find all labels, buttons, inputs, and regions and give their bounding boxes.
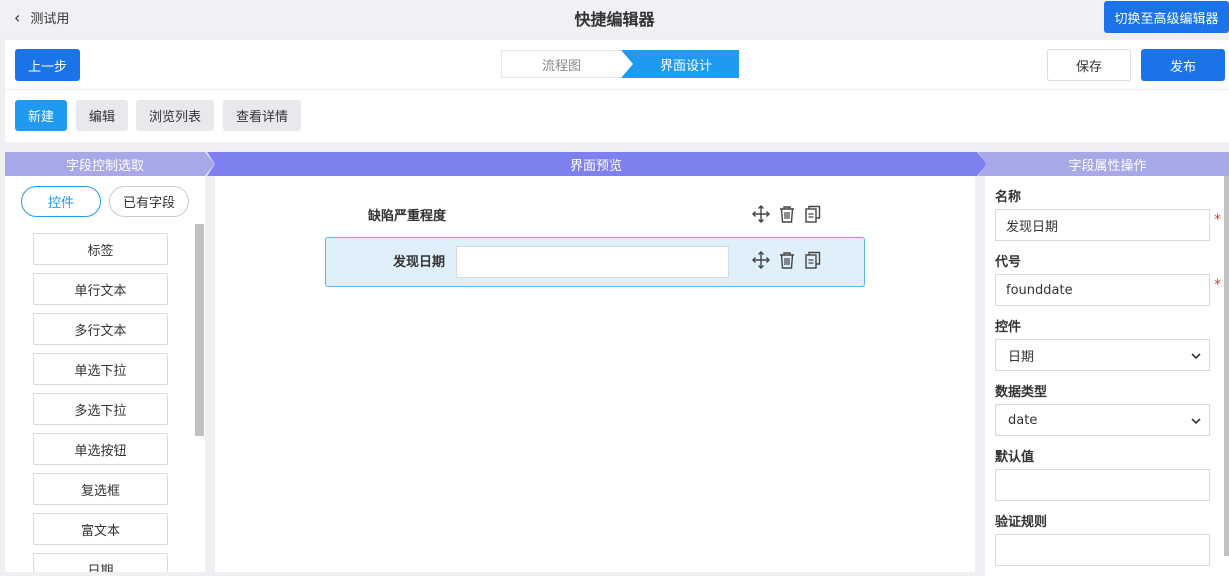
delete-icon[interactable] [778,251,796,269]
control-select[interactable]: 日期 [995,339,1210,371]
palette-scrollbar[interactable] [195,224,204,436]
center-panel-header: 界面预览 [207,152,987,176]
control-label: 控件 [995,320,1022,335]
field-label: 发现日期 [393,255,446,270]
field-properties-panel: 名称 发现日期 * 代号 founddate * 控件 日期 数据类型 date… [985,176,1229,576]
datatype-select[interactable]: date [995,404,1210,436]
datatype-select-value: date [1008,412,1038,428]
code-label: 代号 [995,255,1022,270]
control-item[interactable]: 多选下拉 [33,393,168,425]
name-label: 名称 [995,190,1022,205]
tab-view-details[interactable]: 查看详情 [223,100,301,131]
title-bar: ‹ 测试用 快捷编辑器 切换至高级编辑器 [0,0,1229,34]
control-item[interactable]: 单行文本 [33,273,168,305]
copy-icon[interactable] [804,251,822,269]
right-panel-header: 字段属性操作 [978,152,1229,176]
page-title: 快捷编辑器 [574,10,655,29]
tab-new[interactable]: 新建 [15,100,67,131]
control-item[interactable]: 日期 [33,553,168,572]
required-mark: * [1214,212,1221,228]
tab-controls[interactable]: 控件 [21,186,101,217]
copy-icon[interactable] [804,205,822,223]
delete-icon[interactable] [778,205,796,223]
validation-label: 验证规则 [995,515,1048,530]
switch-advanced-editor-button[interactable]: 切换至高级编辑器 [1104,1,1229,33]
control-select-value: 日期 [1008,349,1035,365]
date-field-preview[interactable] [456,246,729,278]
field-label: 缺陷严重程度 [368,209,447,224]
preview-canvas: 缺陷严重程度 发现日期 [215,176,975,572]
step-ui-design[interactable]: 界面设计 [621,50,739,78]
control-item[interactable]: 富文本 [33,513,168,545]
move-icon[interactable] [752,251,770,269]
validation-rule-field[interactable] [995,534,1210,566]
selected-field-row[interactable]: 发现日期 [325,237,865,287]
code-field[interactable]: founddate [995,274,1210,306]
step-flowchart[interactable]: 流程图 [501,50,621,78]
previous-step-button[interactable]: 上一步 [15,49,80,81]
control-item[interactable]: 单选按钮 [33,433,168,465]
control-palette: 控件 已有字段 标签 单行文本 多行文本 单选下拉 多选下拉 单选按钮 复选框 … [5,176,205,572]
required-mark: * [1214,277,1221,293]
name-field[interactable]: 发现日期 [995,209,1210,241]
chevron-down-icon [1191,353,1201,360]
control-item[interactable]: 单选下拉 [33,353,168,385]
step-toolbar: 上一步 流程图 界面设计 保存 发布 [5,40,1229,90]
save-button[interactable]: 保存 [1047,49,1131,81]
datatype-label: 数据类型 [995,385,1048,400]
control-item[interactable]: 复选框 [33,473,168,505]
tab-edit[interactable]: 编辑 [76,100,128,131]
control-item[interactable]: 多行文本 [33,313,168,345]
view-toolbar: 新建 编辑 浏览列表 查看详情 [5,90,1229,142]
publish-button[interactable]: 发布 [1141,49,1225,81]
tab-existing-fields[interactable]: 已有字段 [109,186,189,217]
default-value-label: 默认值 [995,450,1035,465]
left-panel-header: 字段控制选取 [5,152,215,176]
properties-scrollbar[interactable] [1224,176,1229,556]
chevron-down-icon [1191,418,1201,425]
tab-browse-list[interactable]: 浏览列表 [136,100,214,131]
default-value-field[interactable] [995,469,1210,501]
control-item[interactable]: 标签 [33,233,168,265]
move-icon[interactable] [752,205,770,223]
step-navigator: 流程图 界面设计 [501,50,739,78]
